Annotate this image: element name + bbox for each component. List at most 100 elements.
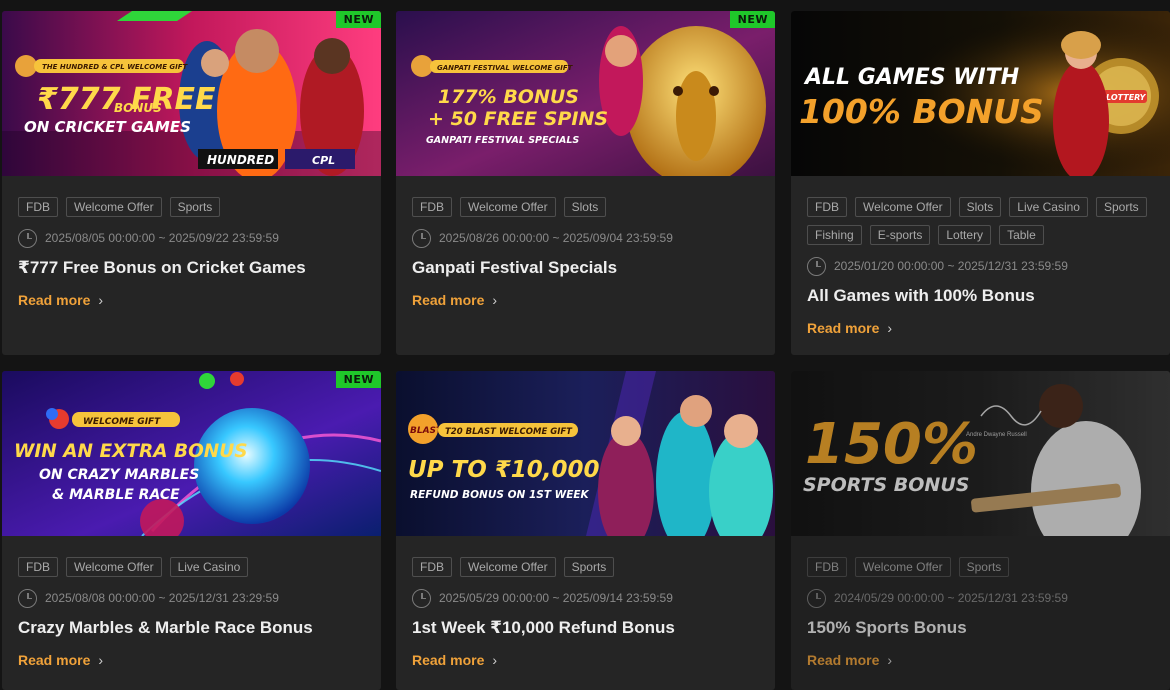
svg-text:ON CRAZY MARBLES: ON CRAZY MARBLES bbox=[39, 467, 199, 483]
promo-banner-all-games[interactable]: LOTTERY ALL GAMES WITH 100% BONUS bbox=[791, 11, 1170, 176]
promotions-grid: HUNDRED CPL THE HUNDRED & CPL WELCOME GI… bbox=[0, 0, 1170, 690]
tag: Sports bbox=[169, 197, 221, 217]
banner-art: HUNDRED CPL THE HUNDRED & CPL WELCOME GI… bbox=[2, 11, 381, 176]
promo-banner-cricket[interactable]: HUNDRED CPL THE HUNDRED & CPL WELCOME GI… bbox=[2, 11, 381, 176]
tag: FDB bbox=[18, 557, 58, 577]
chevron-right-icon: › bbox=[887, 320, 893, 336]
svg-text:T20 BLAST WELCOME GIFT: T20 BLAST WELCOME GIFT bbox=[445, 427, 573, 437]
tag-list: FDB Welcome Offer Sports bbox=[412, 557, 763, 577]
clock-icon bbox=[807, 256, 826, 276]
tag: Slots bbox=[563, 197, 607, 217]
svg-text:UP TO ₹10,000: UP TO ₹10,000 bbox=[408, 457, 600, 483]
promo-card[interactable]: GANPATI FESTIVAL WELCOME GIFT 177% BONUS… bbox=[396, 11, 775, 355]
tag: Slots bbox=[958, 197, 1002, 217]
tag: Welcome Offer bbox=[855, 197, 951, 217]
clock-icon bbox=[412, 228, 431, 248]
promo-card-body: FDB Welcome Offer Slots 2025/08/26 00:00… bbox=[412, 197, 763, 310]
tag-list: FDB Welcome Offer Slots bbox=[412, 197, 763, 217]
chevron-right-icon: › bbox=[98, 652, 104, 668]
read-more-link[interactable]: Read more › bbox=[807, 320, 892, 336]
tag-list: FDB Welcome Offer Live Casino bbox=[18, 557, 369, 577]
svg-text:REFUND BONUS ON 1ST WEEK: REFUND BONUS ON 1ST WEEK bbox=[410, 489, 590, 501]
promo-card[interactable]: WELCOME GIFT WIN AN EXTRA BONUS ON CRAZY… bbox=[2, 371, 381, 690]
chevron-right-icon: › bbox=[98, 292, 104, 308]
promo-banner-sports-150[interactable]: Andre Dwayne Russell 150% SPORTS BONUS bbox=[791, 371, 1170, 536]
read-more-label: Read more bbox=[18, 292, 91, 308]
chevron-right-icon: › bbox=[492, 652, 498, 668]
tag: Lottery bbox=[938, 225, 992, 245]
read-more-link[interactable]: Read more › bbox=[18, 652, 103, 668]
promo-card-body: FDB Welcome Offer Live Casino 2025/08/08… bbox=[18, 557, 369, 670]
svg-text:HUNDRED: HUNDRED bbox=[207, 153, 274, 167]
promo-period: 2025/08/26 00:00:00 ~ 2025/09/04 23:59:5… bbox=[412, 228, 763, 248]
read-more-label: Read more bbox=[807, 652, 880, 668]
svg-text:ALL GAMES WITH: ALL GAMES WITH bbox=[803, 65, 1019, 90]
svg-text:BONUS: BONUS bbox=[114, 101, 162, 115]
tag: Sports bbox=[958, 557, 1010, 577]
promo-period: 2024/05/29 00:00:00 ~ 2025/12/31 23:59:5… bbox=[807, 588, 1158, 608]
read-more-link[interactable]: Read more › bbox=[807, 652, 892, 668]
svg-text:THE HUNDRED & CPL WELCOME GIFT: THE HUNDRED & CPL WELCOME GIFT bbox=[42, 63, 189, 71]
svg-text:100% BONUS: 100% BONUS bbox=[799, 92, 1044, 131]
tag: Welcome Offer bbox=[460, 557, 556, 577]
read-more-label: Read more bbox=[807, 320, 880, 336]
read-more-link[interactable]: Read more › bbox=[412, 652, 497, 668]
promo-title: 1st Week ₹10,000 Refund Bonus bbox=[412, 618, 675, 637]
promo-banner-ganpati[interactable]: GANPATI FESTIVAL WELCOME GIFT 177% BONUS… bbox=[396, 11, 775, 176]
promo-date: 2025/08/05 00:00:00 ~ 2025/09/22 23:59:5… bbox=[45, 231, 279, 245]
tag-list: FDB Welcome Offer Sports bbox=[807, 557, 1158, 577]
banner-art: WELCOME GIFT WIN AN EXTRA BONUS ON CRAZY… bbox=[2, 371, 381, 536]
promo-title: ₹777 Free Bonus on Cricket Games bbox=[18, 258, 306, 277]
banner-art: GANPATI FESTIVAL WELCOME GIFT 177% BONUS… bbox=[396, 11, 775, 176]
tag: Welcome Offer bbox=[66, 557, 162, 577]
tag: Sports bbox=[1095, 197, 1147, 217]
promo-card-body: FDB Welcome Offer Sports 2025/05/29 00:0… bbox=[412, 557, 763, 670]
svg-text:177% BONUS: 177% BONUS bbox=[438, 86, 579, 108]
tag: FDB bbox=[412, 557, 452, 577]
svg-text:ON CRICKET GAMES: ON CRICKET GAMES bbox=[24, 118, 191, 136]
read-more-label: Read more bbox=[18, 652, 91, 668]
tag: Welcome Offer bbox=[855, 557, 951, 577]
svg-text:GANPATI FESTIVAL SPECIALS: GANPATI FESTIVAL SPECIALS bbox=[426, 135, 579, 146]
tag: Live Casino bbox=[1009, 197, 1088, 217]
svg-text:SPORTS BONUS: SPORTS BONUS bbox=[803, 474, 969, 496]
clock-icon bbox=[18, 228, 37, 248]
tag: Welcome Offer bbox=[460, 197, 556, 217]
promo-card[interactable]: BLAST! T20 BLAST WELCOME GIFT UP TO ₹10,… bbox=[396, 371, 775, 690]
svg-text:LOTTERY: LOTTERY bbox=[1106, 93, 1147, 102]
read-more-link[interactable]: Read more › bbox=[18, 292, 103, 308]
promo-title: All Games with 100% Bonus bbox=[807, 286, 1035, 305]
svg-text:CPL: CPL bbox=[312, 154, 335, 167]
promo-card-body: FDB Welcome Offer Slots Live Casino Spor… bbox=[807, 197, 1158, 338]
promo-date: 2025/05/29 00:00:00 ~ 2025/09/14 23:59:5… bbox=[439, 591, 673, 605]
tag: Welcome Offer bbox=[66, 197, 162, 217]
tag: Sports bbox=[563, 557, 615, 577]
tag: Fishing bbox=[807, 225, 862, 245]
promo-period: 2025/08/05 00:00:00 ~ 2025/09/22 23:59:5… bbox=[18, 228, 369, 248]
promo-banner-marbles[interactable]: WELCOME GIFT WIN AN EXTRA BONUS ON CRAZY… bbox=[2, 371, 381, 536]
promo-period: 2025/08/08 00:00:00 ~ 2025/12/31 23:29:5… bbox=[18, 588, 369, 608]
chevron-right-icon: › bbox=[887, 652, 893, 668]
promo-period: 2025/05/29 00:00:00 ~ 2025/09/14 23:59:5… bbox=[412, 588, 763, 608]
promo-banner-t20-blast[interactable]: BLAST! T20 BLAST WELCOME GIFT UP TO ₹10,… bbox=[396, 371, 775, 536]
clock-icon bbox=[412, 588, 431, 608]
tag: E-sports bbox=[869, 225, 931, 245]
tag: Live Casino bbox=[169, 557, 249, 577]
tag: Table bbox=[999, 225, 1044, 245]
tag: FDB bbox=[807, 197, 847, 217]
svg-text:WELCOME GIFT: WELCOME GIFT bbox=[83, 417, 161, 427]
promo-date: 2025/01/20 00:00:00 ~ 2025/12/31 23:59:5… bbox=[834, 259, 1068, 273]
svg-text:+ 50 FREE SPINS: + 50 FREE SPINS bbox=[428, 108, 608, 130]
tag-list: FDB Welcome Offer Sports bbox=[18, 197, 369, 217]
clock-icon bbox=[18, 588, 37, 608]
promo-date: 2024/05/29 00:00:00 ~ 2025/12/31 23:59:5… bbox=[834, 591, 1068, 605]
promo-card-body: FDB Welcome Offer Sports 2025/08/05 00:0… bbox=[18, 197, 369, 310]
promo-title: Ganpati Festival Specials bbox=[412, 258, 618, 277]
read-more-link[interactable]: Read more › bbox=[412, 292, 497, 308]
promo-card[interactable]: HUNDRED CPL THE HUNDRED & CPL WELCOME GI… bbox=[2, 11, 381, 355]
tag: FDB bbox=[807, 557, 847, 577]
promo-card[interactable]: LOTTERY ALL GAMES WITH 100% BONUS FDB We… bbox=[791, 11, 1170, 355]
promo-card[interactable]: Andre Dwayne Russell 150% SPORTS BONUS F… bbox=[791, 371, 1170, 690]
promo-title: Crazy Marbles & Marble Race Bonus bbox=[18, 618, 313, 637]
read-more-label: Read more bbox=[412, 652, 485, 668]
